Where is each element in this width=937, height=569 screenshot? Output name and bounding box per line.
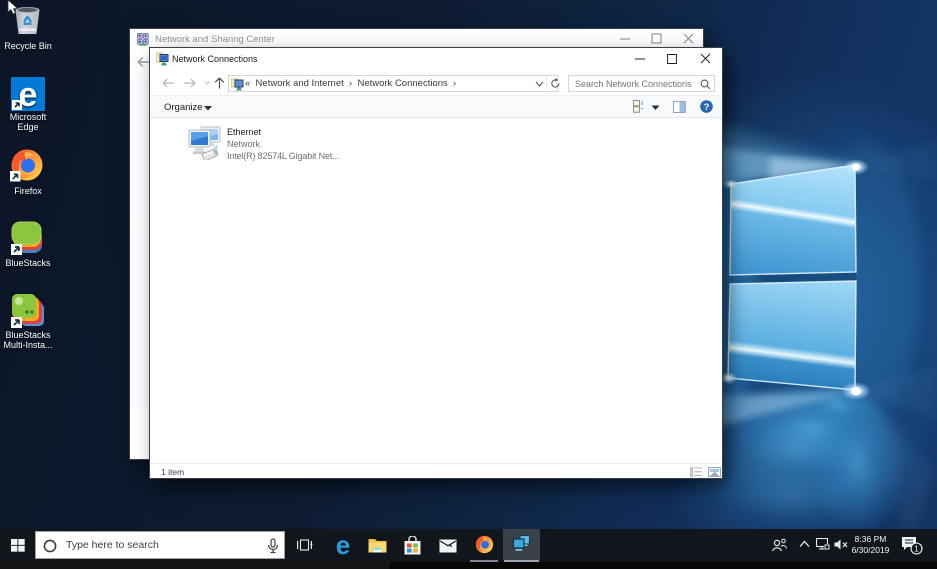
svg-text:?: ? <box>704 102 710 113</box>
svg-text:1: 1 <box>914 545 919 554</box>
svg-text:e: e <box>336 533 350 557</box>
